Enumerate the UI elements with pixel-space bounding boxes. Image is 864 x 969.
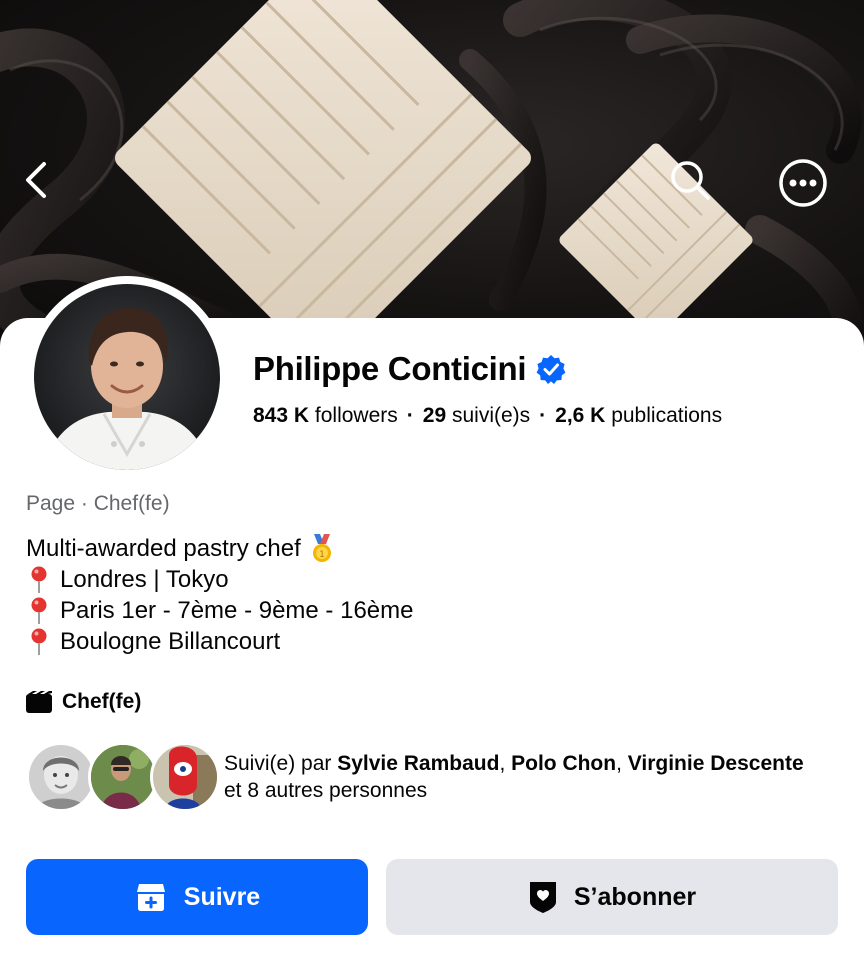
follow-button-label: Suivre: [183, 882, 261, 911]
page-category: Page · Chef(fe): [26, 492, 170, 515]
profile-avatar-button[interactable]: [26, 276, 228, 478]
stats-separator: ·: [406, 404, 414, 427]
followers-count: 843 K: [253, 404, 310, 427]
bio-text: Multi-awarded pastry chef: [26, 535, 301, 562]
posts-count: 2,6 K: [555, 404, 606, 427]
svg-text:1: 1: [319, 550, 325, 560]
bio-line: Paris 1er - 7ème - 9ème - 16ème: [26, 595, 413, 626]
bio-text: Boulogne Billancourt: [60, 628, 281, 655]
bio-text: Londres | Tokyo: [60, 566, 229, 593]
search-icon: [671, 161, 710, 200]
pin-icon: [31, 566, 47, 593]
search-button[interactable]: [668, 158, 724, 214]
more-options-button[interactable]: [778, 158, 836, 216]
more-icon: [779, 159, 827, 207]
followed-by[interactable]: Suivi(e) par Sylvie Rambaud, Polo Chon, …: [26, 742, 804, 812]
clapper-icon: [26, 691, 52, 713]
followers-label: followers: [314, 404, 398, 427]
avatar: [34, 284, 220, 470]
follow-button[interactable]: Suivre: [26, 859, 368, 935]
mutual-follower-name[interactable]: Polo Chon: [511, 752, 616, 775]
followed-by-line: Suivi(e) par Sylvie Rambaud, Polo Chon, …: [224, 750, 804, 777]
name-separator: ,: [616, 752, 628, 775]
bio: Multi-awarded pastry chef 1 Londres | To…: [26, 533, 413, 657]
follower-photo: [29, 745, 93, 809]
bio-text: Paris 1er - 7ème - 9ème - 16ème: [60, 597, 414, 624]
pin-icon: [31, 597, 47, 624]
chevron-left-icon: [26, 162, 46, 198]
profile-stats: 843 K followers · 29 suivi(e)s · 2,6 K publi…: [253, 404, 722, 428]
followed-by-prefix: Suivi(e) par: [224, 752, 338, 775]
name-separator: ,: [499, 752, 512, 775]
follower-photo: [91, 745, 155, 809]
intro-category: Chef(fe): [26, 690, 141, 714]
posts-label: publications: [611, 404, 723, 427]
following-stat[interactable]: 29 suivi(e)s: [423, 404, 530, 427]
profile-name-row: Philippe Conticini: [253, 350, 566, 388]
subscribe-button-label: S’abonner: [573, 882, 697, 911]
mutual-follower-name[interactable]: Virginie Descente: [628, 752, 804, 775]
follower-avatar: [150, 742, 220, 812]
followers-stat[interactable]: 843 K followers: [253, 404, 398, 427]
verified-badge-icon: [536, 355, 566, 384]
mutual-follower-name[interactable]: Sylvie Rambaud: [337, 752, 499, 775]
medal-icon: 1: [312, 533, 331, 562]
pin-icon: [31, 628, 47, 655]
subscribe-button[interactable]: S’abonner: [386, 859, 838, 935]
follow-page-icon: [136, 884, 165, 911]
following-count: 29: [422, 404, 447, 427]
follower-avatars: [26, 742, 220, 812]
stats-separator: ·: [539, 404, 547, 427]
bio-line: Multi-awarded pastry chef 1: [26, 533, 413, 564]
posts-stat[interactable]: 2,6 K publications: [555, 404, 722, 427]
subscribe-shield-icon: [529, 882, 556, 913]
follower-avatar: [88, 742, 158, 812]
bio-line: Londres | Tokyo: [26, 564, 413, 595]
back-button[interactable]: [22, 160, 76, 214]
followed-by-text: Suivi(e) par Sylvie Rambaud, Polo Chon, …: [224, 750, 804, 804]
bio-line: Boulogne Billancourt: [26, 626, 413, 657]
follower-avatar: [26, 742, 96, 812]
follower-photo: [153, 745, 217, 809]
profile-name: Philippe Conticini: [253, 350, 527, 387]
avatar-image: [44, 307, 210, 470]
intro-category-label: Chef(fe): [62, 690, 142, 713]
followed-by-suffix: et 8 autres personnes: [224, 779, 428, 802]
following-label: suivi(e)s: [451, 404, 531, 427]
